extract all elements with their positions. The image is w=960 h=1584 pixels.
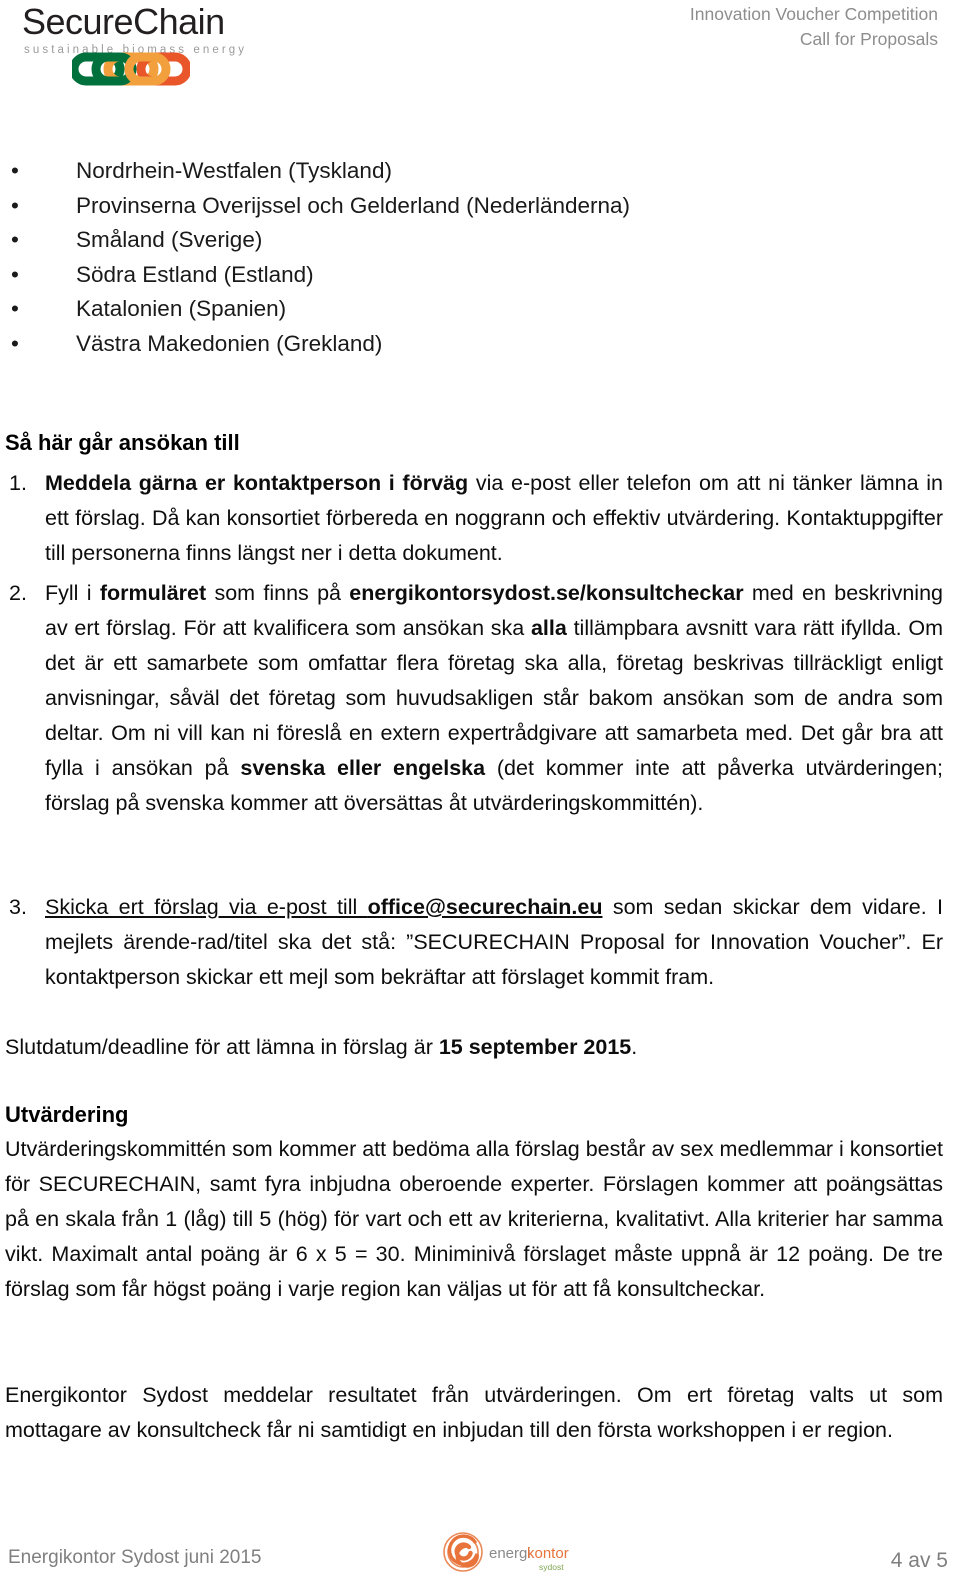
svg-text:energi: energi — [489, 1545, 531, 1562]
step-bold-languages: svenska eller engelska — [240, 756, 486, 780]
step-bold-url: energikontorsydost.se/konsultcheckar — [349, 581, 744, 605]
step-number: 1. — [9, 471, 27, 495]
list-item: • Nordrhein-Westfalen (Tyskland) — [0, 154, 960, 189]
section-heading: Så här går ansökan till — [5, 430, 240, 455]
step-text: som finns på — [206, 581, 350, 605]
evaluation-paragraph-block: Utvärderingskommittén som kommer att bed… — [5, 1132, 943, 1307]
step-item: 2. Fyll i formuläret som finns på energik… — [5, 576, 943, 821]
header-title-block: Innovation Voucher Competition Call for … — [690, 2, 938, 52]
step-bold-lead: Meddela gärna er kontaktperson i förväg — [45, 471, 469, 495]
region-label: Nordrhein-Westfalen (Tyskland) — [76, 158, 392, 183]
list-item: • Katalonien (Spanien) — [0, 292, 960, 327]
evaluation-paragraph: Utvärderingskommittén som kommer att bed… — [5, 1137, 943, 1301]
page-number: 4 av 5 — [890, 1549, 948, 1572]
bullet-icon: • — [11, 227, 19, 252]
region-list: • Nordrhein-Westfalen (Tyskland) • Provi… — [0, 154, 960, 361]
deadline-date: 15 september 2015 — [438, 1035, 632, 1059]
section-heading: Utvärdering — [5, 1102, 129, 1127]
steps-list: 1. Meddela gärna er kontaktperson i förvä… — [5, 466, 943, 571]
step-item: 1. Meddela gärna er kontaktperson i förvä… — [5, 466, 943, 571]
steps-list: 2. Fyll i formuläret som finns på energik… — [5, 576, 943, 821]
bullet-icon: • — [11, 192, 19, 218]
step-3-block: 3. Skicka ert förslag via e-post till off… — [5, 890, 943, 995]
footer-source-text: Energikontor Sydost juni 2015 — [8, 1547, 262, 1568]
step-1-block: 1. Meddela gärna er kontaktperson i förvä… — [5, 466, 943, 571]
step-number: 3. — [9, 895, 27, 919]
spiral-icon — [443, 1532, 483, 1572]
step-bold-alla: alla — [530, 616, 567, 640]
region-label: Provinserna Overijssel och Gelderland (N… — [76, 192, 631, 218]
result-notice-block: Energikontor Sydost meddelar resultatet … — [5, 1378, 943, 1448]
steps-list: 3. Skicka ert förslag via e-post till off… — [5, 890, 943, 995]
energikontor-logo: energi kontor sydost — [441, 1530, 581, 1576]
deadline-trail: . — [631, 1035, 638, 1059]
bullet-icon: • — [11, 261, 19, 287]
how-to-apply-heading-block: Så här går ansökan till — [5, 428, 943, 458]
page-header: SecureChain sustainable biomass energy I… — [0, 0, 960, 100]
list-item: • Västra Makedonien (Grekland) — [0, 327, 960, 362]
region-label: Katalonien (Spanien) — [76, 296, 287, 321]
step-number: 2. — [9, 581, 27, 605]
svg-text:sydost: sydost — [539, 1562, 564, 1572]
email-link[interactable]: office@securechain.eu — [368, 895, 603, 919]
step-text: Fyll i — [45, 581, 100, 605]
bullet-icon: • — [11, 330, 19, 356]
deadline-paragraph: Slutdatum/deadline för att lämna in förs… — [5, 1030, 943, 1065]
region-label: Västra Makedonien (Grekland) — [76, 330, 383, 356]
result-notice-paragraph: Energikontor Sydost meddelar resultatet … — [5, 1383, 943, 1442]
step-text-underlined: Skicka ert förslag via e-post till — [45, 895, 368, 919]
deadline-lead: Slutdatum/deadline för att lämna in förs… — [5, 1035, 439, 1059]
page-footer: Energikontor Sydost juni 2015 energi kon… — [0, 1514, 960, 1584]
bullet-icon: • — [11, 296, 19, 321]
securechain-brand: SecureChain sustainable biomass energy — [22, 2, 322, 57]
chain-links-icon — [69, 52, 192, 86]
bullet-icon: • — [11, 158, 19, 183]
region-label: Småland (Sverige) — [76, 227, 263, 252]
header-title-line1: Innovation Voucher Competition — [689, 4, 938, 24]
step-item: 3. Skicka ert förslag via e-post till off… — [5, 890, 943, 995]
brand-name: SecureChain — [22, 1, 225, 42]
list-item: • Provinserna Overijssel och Gelderland … — [0, 189, 960, 224]
list-item: • Småland (Sverige) — [0, 223, 960, 258]
list-item: • Södra Estland (Estland) — [0, 258, 960, 293]
svg-text:kontor: kontor — [527, 1545, 569, 1562]
evaluation-heading-block: Utvärdering — [5, 1100, 943, 1130]
header-title-line2: Call for Proposals — [799, 29, 938, 49]
region-label: Södra Estland (Estland) — [76, 261, 314, 287]
step-bold-formular: formuläret — [99, 581, 207, 605]
step-2-block: 2. Fyll i formuläret som finns på energik… — [5, 576, 943, 821]
deadline-block: Slutdatum/deadline för att lämna in förs… — [5, 1030, 943, 1065]
